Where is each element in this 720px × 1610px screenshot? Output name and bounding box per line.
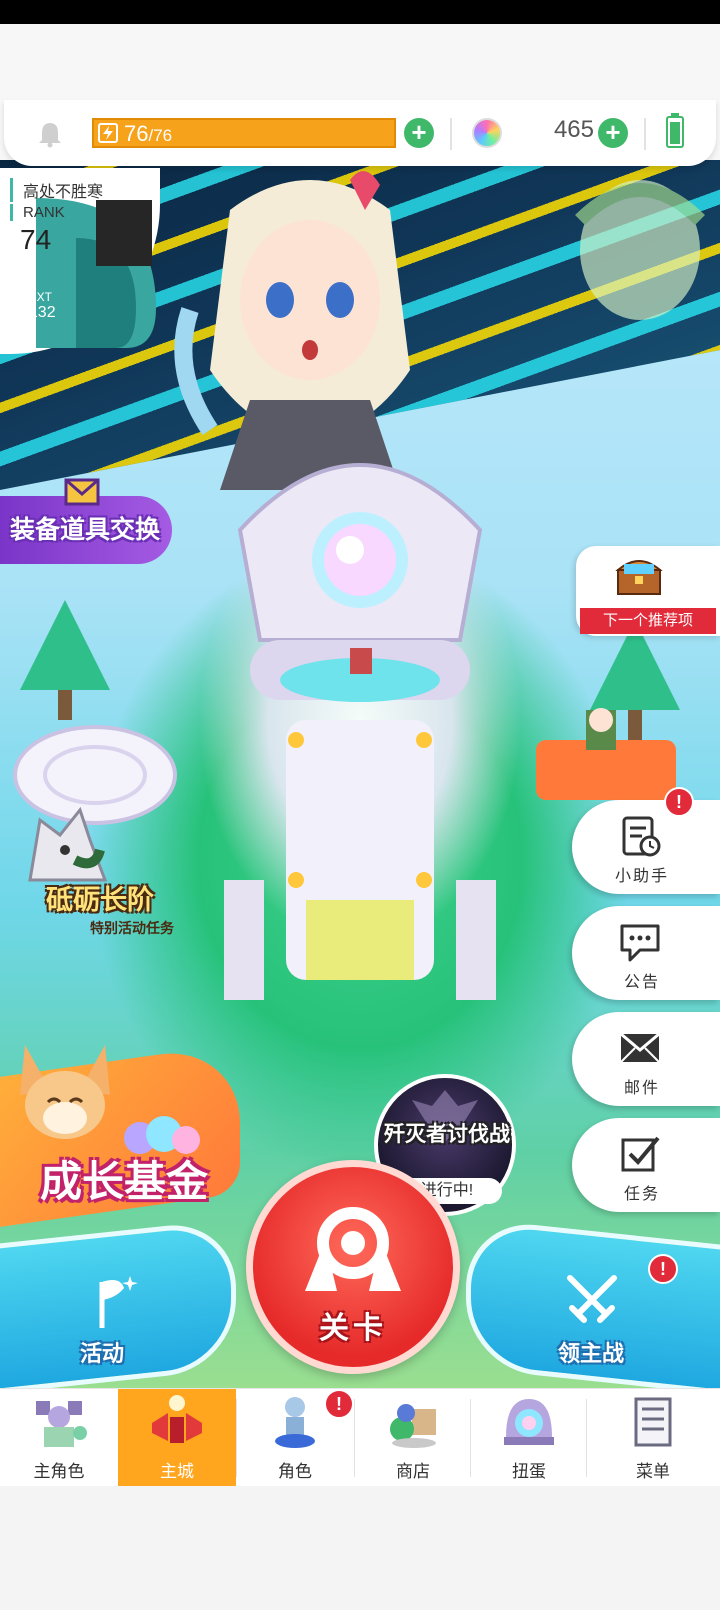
gem-count: 465 [553,116,594,143]
comeback-mission-banner[interactable]: 砥砺长阶 特别活动任务 [20,800,190,950]
add-gem-button[interactable]: + [598,118,628,148]
divider [644,118,646,150]
crystal-tower [224,463,496,1000]
flag-icon [99,1276,138,1328]
game-screen: 76/76 + 465 + 高处不胜寒 RANK 74 NEXT 4132 RP… [0,0,720,1610]
next-recommendation-label: 下一个推荐项 [580,608,716,634]
assistant-label: 小助手 [614,868,669,885]
lord-battle-button[interactable]: 领主战 [466,1217,720,1397]
nav-main-character[interactable]: 主角色 [0,1389,118,1487]
task-button[interactable]: 任务 [572,1118,720,1212]
stage-label: 关卡 [319,1312,387,1345]
lightning-icon [98,123,118,143]
energy-bar: 76/76 [92,118,396,148]
speech-bubble-icon [620,924,660,962]
assistant-alert-badge: ! [664,787,694,817]
player-name: 高处不胜寒 [10,178,103,202]
notice-label: 公告 [623,974,660,991]
next-rank-unit: RP [20,322,37,336]
battery-icon [666,113,684,148]
assistant-button[interactable]: 小助手 [572,800,720,894]
nav-menu-label: 菜单 [636,1462,670,1481]
mail-label: 邮件 [623,1080,660,1097]
next-label: NEXT [20,290,53,304]
faded-character-illustration [575,180,705,320]
character-icon [275,1397,315,1448]
comeback-mission-subtitle: 特别活动任务 [90,920,174,936]
lord-battle-label: 领主战 [558,1341,625,1366]
gem-icon [472,118,502,148]
divider [450,118,452,150]
tree [20,600,110,720]
rank-value: 74 [20,224,52,255]
checkbox-icon [621,1136,660,1172]
nav-character-label: 角色 [278,1462,312,1481]
character-alert-badge: ! [324,1389,354,1419]
fox-character-icon [20,1045,110,1139]
treasure-chest-icon [615,560,663,595]
comeback-mission-title: 砥砺长阶 [46,885,154,915]
nav-main-city[interactable]: 主城 [118,1389,236,1487]
envelope-icon [620,1032,660,1063]
nav-main-city-label: 主城 [160,1462,194,1481]
mail-button[interactable]: 邮件 [572,1012,720,1106]
next-rank-points: 4132 [20,304,56,321]
envelope-icon [64,478,100,506]
heroes-group-icon [36,1401,87,1447]
event-label: 活动 [80,1341,125,1366]
clipboard-clock-icon [622,816,661,857]
add-energy-button[interactable]: + [404,118,434,148]
crossed-swords-icon [567,1275,617,1323]
bottom-navigation: 主角色 主城 角色 ! 商店 扭蛋 菜单 [0,1388,720,1487]
rank-panel[interactable]: 高处不胜寒 RANK 74 NEXT 4132 RP [0,168,160,354]
stage-button[interactable]: 关卡 [246,1160,460,1374]
task-label: 任务 [623,1186,660,1203]
growth-fund-banner[interactable]: 成长基金 [0,1040,250,1227]
nav-gacha[interactable]: 扭蛋 [470,1389,588,1487]
equipment-exchange-banner[interactable]: 装备道具交换 [0,470,175,570]
nav-gacha-label: 扭蛋 [512,1462,546,1481]
boss-raid-title: 歼灭者讨伐战 [384,1123,510,1146]
status-bar [0,0,720,24]
shop-icon [390,1404,436,1448]
equipment-exchange-label: 装备道具交换 [10,516,161,544]
nav-menu[interactable]: 菜单 [586,1389,720,1487]
top-resource-bar: 76/76 + 465 + [4,100,716,166]
energy-readout: 76/76 [124,121,172,149]
event-button[interactable]: 活动 [0,1218,236,1396]
energy-max: /76 [148,126,173,145]
next-recommendation-button[interactable]: 下一个推荐项 [576,546,720,636]
main-city-icon [152,1395,202,1443]
nav-shop-label: 商店 [396,1462,430,1481]
notice-button[interactable]: 公告 [572,906,720,1000]
growth-fund-label: 成长基金 [40,1158,209,1205]
nav-main-character-label: 主角色 [33,1462,85,1481]
nav-shop[interactable]: 商店 [354,1389,472,1487]
system-navigation-area [0,1486,720,1610]
wolf-character-icon [28,806,108,882]
rank-label: RANK [10,204,65,221]
energy-current: 76 [124,121,149,146]
menu-icon [634,1397,672,1447]
lord-battle-alert-badge: ! [648,1254,678,1284]
bell-icon[interactable] [36,120,64,148]
gacha-icon [504,1399,554,1445]
gate-portal-icon [305,1207,401,1291]
